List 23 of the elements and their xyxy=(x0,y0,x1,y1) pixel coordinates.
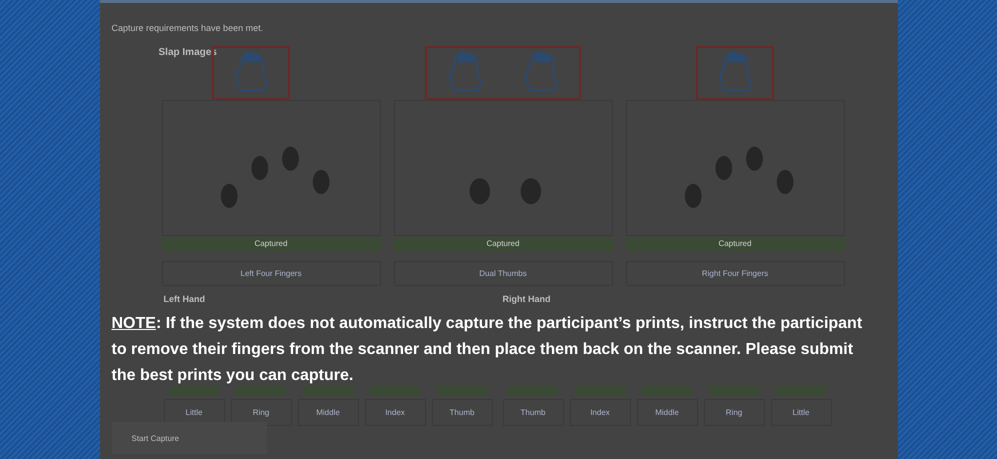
finger-button[interactable]: Ring xyxy=(230,399,292,426)
hand-selector[interactable] xyxy=(425,46,581,100)
slap-button[interactable]: Right Four Fingers xyxy=(626,261,844,286)
hand-selector[interactable] xyxy=(696,46,774,100)
finger-button[interactable]: Thumb xyxy=(432,399,492,426)
status-bar: Captured xyxy=(394,237,612,251)
hand-title: Left Hand xyxy=(164,294,206,306)
hand-title: Right Hand xyxy=(502,294,552,306)
finger-button[interactable]: Index xyxy=(364,399,426,426)
finger-button[interactable]: Index xyxy=(570,399,630,426)
finger-button[interactable]: Ring xyxy=(704,399,764,426)
status-message: Capture requirements have been met. xyxy=(112,23,264,33)
fingerprint-drawing xyxy=(470,178,542,204)
finger-button[interactable]: Little xyxy=(770,399,832,426)
start-capture-button[interactable]: Start Capture xyxy=(112,422,266,454)
status-bar: Captured xyxy=(626,237,844,251)
finger-button[interactable]: Middle xyxy=(298,399,358,426)
status-bar: Captured xyxy=(162,237,380,251)
finger-button[interactable]: Thumb xyxy=(502,399,564,426)
slap-button[interactable]: Left Four Fingers xyxy=(162,261,380,286)
finger-button[interactable]: Middle xyxy=(636,399,698,426)
slap-button[interactable]: Dual Thumbs xyxy=(394,261,612,286)
note-text: NOTE: If the system does not automatically capture the participant’s prints, instruct the participant to remove their fingers from the scanner and then place them back on the scanner. Please submit the best prints you can capture. xyxy=(112,314,864,386)
